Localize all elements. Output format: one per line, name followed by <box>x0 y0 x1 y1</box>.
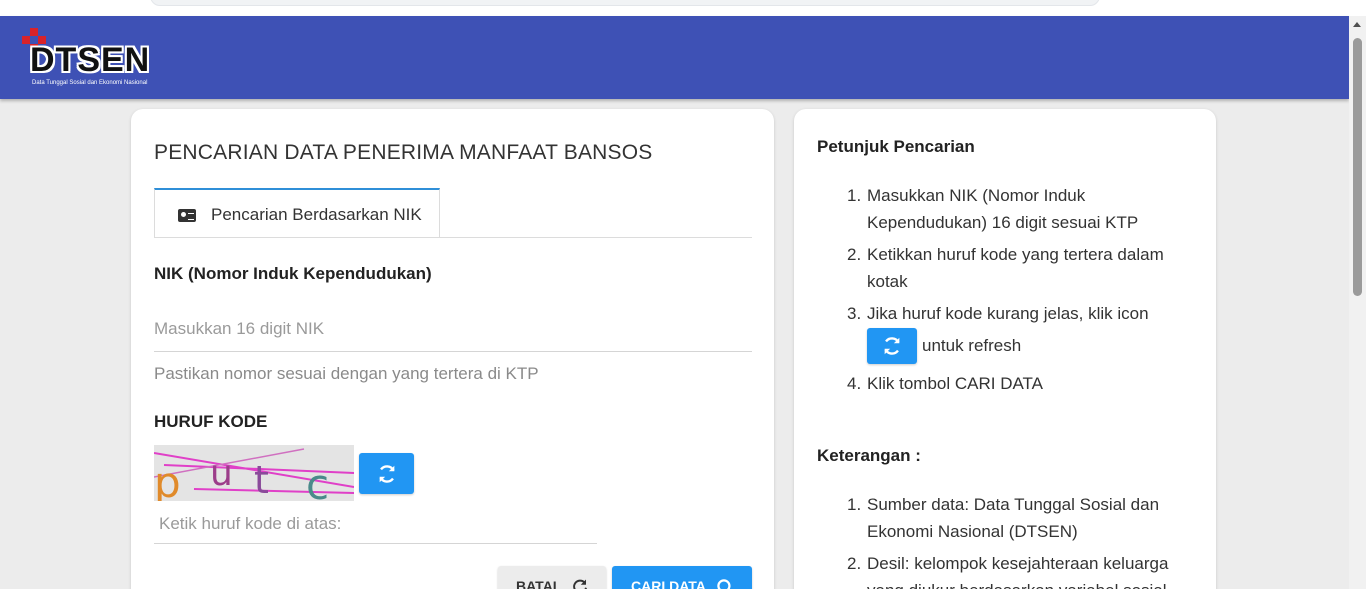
instructions-title: Petunjuk Pencarian <box>817 137 975 156</box>
tab-label: Pencarian Berdasarkan NIK <box>211 205 422 224</box>
search-button[interactable]: CARI DATA <box>612 566 752 589</box>
logo-subtitle: Data Tunggal Sosial dan Ekonomi Nasional <box>32 80 148 86</box>
notes-list: 1. Sumber data: Data Tunggal Sosial dan … <box>817 491 1187 589</box>
svg-text:c: c <box>306 460 329 501</box>
page-scrollbar[interactable] <box>1349 16 1366 589</box>
search-button-label: CARI DATA <box>631 578 706 589</box>
list-item: 3. Jika huruf kode kurang jelas, klik ic… <box>817 300 1187 364</box>
nik-hint: Pastikan nomor sesuai dengan yang terter… <box>154 364 539 383</box>
nik-input[interactable] <box>154 307 752 352</box>
id-card-icon <box>178 209 196 222</box>
list-item: 2. Desil: kelompok kesejahteraan keluarg… <box>847 554 1169 589</box>
refresh-icon <box>884 337 900 355</box>
svg-text:u: u <box>210 453 233 494</box>
captcha-label: HURUF KODE <box>154 412 268 431</box>
tab-nik-search[interactable]: Pencarian Berdasarkan NIK <box>154 188 440 238</box>
list-item: 4. Klik tombol CARI DATA <box>847 374 1044 393</box>
svg-text:t: t <box>254 458 269 501</box>
site-header: DTSEN Data Tunggal Sosial dan Ekonomi Na… <box>0 16 1349 99</box>
browser-top-strip <box>0 0 1366 16</box>
svg-text:p: p <box>154 458 181 501</box>
dtsen-logo[interactable]: DTSEN Data Tunggal Sosial dan Ekonomi Na… <box>22 28 172 92</box>
search-icon <box>717 579 731 589</box>
cancel-button[interactable]: BATAL <box>498 566 606 589</box>
captcha-input[interactable] <box>154 504 597 544</box>
captcha-refresh-button[interactable] <box>359 453 414 494</box>
page-title: PENCARIAN DATA PENERIMA MANFAAT BANSOS <box>154 141 653 164</box>
list-item: 1. Masukkan NIK (Nomor Induk Kependuduka… <box>847 186 1139 232</box>
refresh-icon <box>379 464 394 483</box>
tab-divider <box>154 237 752 238</box>
browser-address-bar[interactable] <box>150 0 1100 6</box>
notes-title: Keterangan : <box>817 446 921 465</box>
list-item: 2. Ketikkan huruf kode yang tertera dala… <box>847 245 1164 291</box>
reset-icon <box>573 579 587 589</box>
list-item: 1. Sumber data: Data Tunggal Sosial dan … <box>847 495 1160 541</box>
cancel-button-label: BATAL <box>516 578 562 589</box>
instructions-card: Petunjuk Pencarian 1. Masukkan NIK (Nomo… <box>794 109 1216 589</box>
scrollbar-thumb[interactable] <box>1353 38 1362 296</box>
nik-label: NIK (Nomor Induk Kependudukan) <box>154 264 432 283</box>
scroll-up-arrow-icon[interactable] <box>1353 22 1361 27</box>
instructions-list: 1. Masukkan NIK (Nomor Induk Kependuduka… <box>817 182 1187 402</box>
logo-text: DTSEN <box>30 41 151 79</box>
captcha-image: p u t c <box>154 445 354 501</box>
search-card: PENCARIAN DATA PENERIMA MANFAAT BANSOS P… <box>131 109 774 589</box>
refresh-icon-sample <box>867 328 917 364</box>
